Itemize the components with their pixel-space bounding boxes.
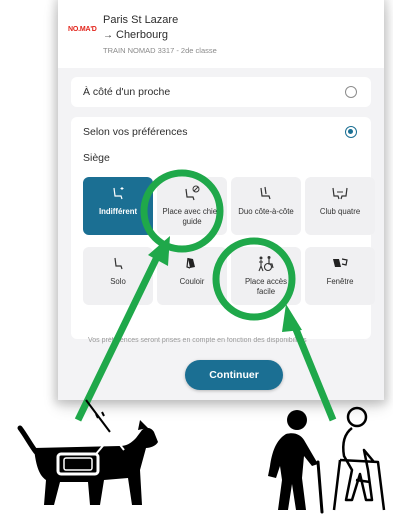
arrow-right-icon: →	[103, 30, 113, 41]
option-proche-label: À côté d'un proche	[83, 86, 171, 98]
walker-icon	[332, 406, 386, 511]
tile-acces-facile[interactable]: Place accès facile	[231, 247, 301, 305]
tile-label: Solo	[110, 277, 126, 286]
window-seat-icon	[330, 255, 350, 273]
radio-proche[interactable]	[345, 86, 357, 98]
guide-dog-icon	[17, 399, 158, 505]
continue-button[interactable]: Continuer	[185, 360, 283, 390]
tile-club-quatre[interactable]: Club quatre	[305, 177, 375, 235]
brand-logo: NO.MA'D	[68, 26, 97, 33]
tile-label: Duo côte-à-côte	[238, 207, 294, 216]
option-proche[interactable]: À côté d'un proche	[71, 77, 371, 107]
trip-destination: Cherbourg	[116, 29, 168, 41]
tile-label: Fenêtre	[326, 277, 354, 286]
seat-sparkle-icon	[110, 185, 126, 203]
tile-fenetre[interactable]: Fenêtre	[305, 247, 375, 305]
trip-origin: Paris St Lazare	[103, 14, 179, 26]
trip-destination-row: → Cherbourg	[103, 29, 168, 41]
tile-indifferent[interactable]: Indifférent	[83, 177, 153, 235]
option-pref-label: Selon vos préférences	[83, 126, 188, 138]
elderly-cane-icon	[268, 410, 324, 514]
booking-panel: NO.MA'D Paris St Lazare → Cherbourg TRAIN…	[58, 0, 384, 400]
preferences-notice: Vos préférences seront prises en compte …	[88, 337, 307, 344]
trip-info: TRAIN NOMAD 3317 - 2de classe	[103, 46, 217, 55]
option-preferences[interactable]: Selon vos préférences Siège Indifférent …	[71, 117, 375, 339]
tile-solo[interactable]: Solo	[83, 247, 153, 305]
tile-label: Place accès facile	[244, 277, 288, 296]
tile-label: Club quatre	[319, 207, 361, 216]
trip-header: NO.MA'D Paris St Lazare → Cherbourg TRAIN…	[58, 0, 384, 68]
radio-preferences[interactable]	[345, 126, 357, 138]
facing-seats-icon	[330, 185, 350, 203]
aisle-seat-icon	[184, 255, 200, 273]
tile-duo[interactable]: Duo côte-à-côte	[231, 177, 301, 235]
siege-label: Siège	[83, 152, 110, 164]
tile-label: Indifférent	[98, 207, 138, 216]
double-seat-icon	[257, 185, 275, 203]
tile-couloir[interactable]: Couloir	[157, 247, 227, 305]
tile-label: Couloir	[179, 277, 205, 286]
tile-chien-guide[interactable]: Place avec chien guide	[157, 177, 227, 235]
accessibility-icon	[256, 255, 276, 273]
single-seat-icon	[110, 255, 126, 273]
seat-no-icon	[183, 185, 201, 203]
tile-label: Place avec chien guide	[162, 207, 222, 226]
